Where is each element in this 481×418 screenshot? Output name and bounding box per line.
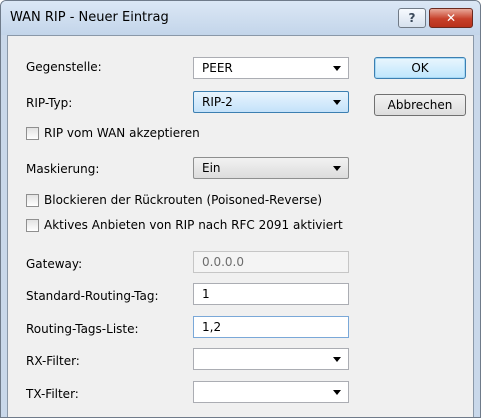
gegenstelle-value: PEER [202, 61, 233, 75]
rx-filter-label: RX-Filter: [26, 354, 80, 368]
close-button[interactable]: ✕ [429, 8, 473, 28]
ok-button[interactable]: OK [374, 57, 466, 79]
standard-routing-tag-label: Standard-Routing-Tag: [26, 289, 159, 303]
gegenstelle-label: Gegenstelle: [26, 60, 102, 74]
dialog-window: WAN RIP - Neuer Eintrag ? ✕ Gegenstelle:… [0, 0, 481, 418]
window-title: WAN RIP - Neuer Eintrag [10, 10, 169, 25]
gateway-value: 0.0.0.0 [202, 255, 244, 269]
chevron-down-icon [333, 66, 341, 71]
tx-filter-label: TX-Filter: [26, 387, 79, 401]
gateway-label: Gateway: [26, 257, 83, 271]
poisoned-reverse-checkbox-row[interactable]: Blockieren der Rückrouten (Poisoned-Reve… [26, 193, 322, 207]
rip-wan-checkbox[interactable] [26, 126, 39, 140]
poisoned-reverse-label: Blockieren der Rückrouten (Poisoned-Reve… [44, 193, 323, 207]
title-bar[interactable]: WAN RIP - Neuer Eintrag ? ✕ [1, 1, 480, 35]
question-icon: ? [408, 11, 416, 25]
rfc2091-checkbox[interactable] [26, 218, 39, 232]
dialog-body: Gegenstelle: PEER OK Abbrechen RIP-Typ: … [7, 35, 474, 417]
routing-tags-liste-value: 1,2 [202, 320, 222, 334]
poisoned-reverse-checkbox[interactable] [26, 193, 39, 207]
tx-filter-select[interactable] [193, 381, 349, 403]
close-icon: ✕ [445, 11, 457, 25]
standard-routing-tag-value: 1 [202, 287, 210, 301]
maskierung-label: Maskierung: [26, 162, 100, 176]
cancel-button[interactable]: Abbrechen [374, 94, 466, 116]
maskierung-value: Ein [202, 161, 221, 175]
chevron-down-icon [333, 100, 341, 105]
gateway-field[interactable]: 0.0.0.0 [193, 251, 349, 273]
chevron-down-icon [333, 390, 341, 395]
maskierung-select[interactable]: Ein [193, 157, 349, 179]
routing-tags-liste-field[interactable]: 1,2 [193, 316, 349, 338]
rip-typ-value: RIP-2 [202, 95, 233, 109]
rip-wan-checkbox-row[interactable]: RIP vom WAN akzeptieren [26, 126, 200, 140]
routing-tags-liste-label: Routing-Tags-Liste: [26, 322, 139, 336]
chevron-down-icon [333, 357, 341, 362]
chevron-down-icon [333, 166, 341, 171]
gegenstelle-select[interactable]: PEER [193, 57, 349, 79]
rfc2091-label: Aktives Anbieten von RIP nach RFC 2091 a… [44, 218, 343, 232]
rip-wan-label: RIP vom WAN akzeptieren [44, 126, 200, 140]
rip-typ-label: RIP-Typ: [26, 96, 73, 110]
standard-routing-tag-field[interactable]: 1 [193, 283, 349, 305]
rip-typ-select[interactable]: RIP-2 [193, 91, 349, 113]
rx-filter-select[interactable] [193, 348, 349, 370]
rfc2091-checkbox-row[interactable]: Aktives Anbieten von RIP nach RFC 2091 a… [26, 218, 343, 232]
help-button[interactable]: ? [398, 8, 426, 28]
